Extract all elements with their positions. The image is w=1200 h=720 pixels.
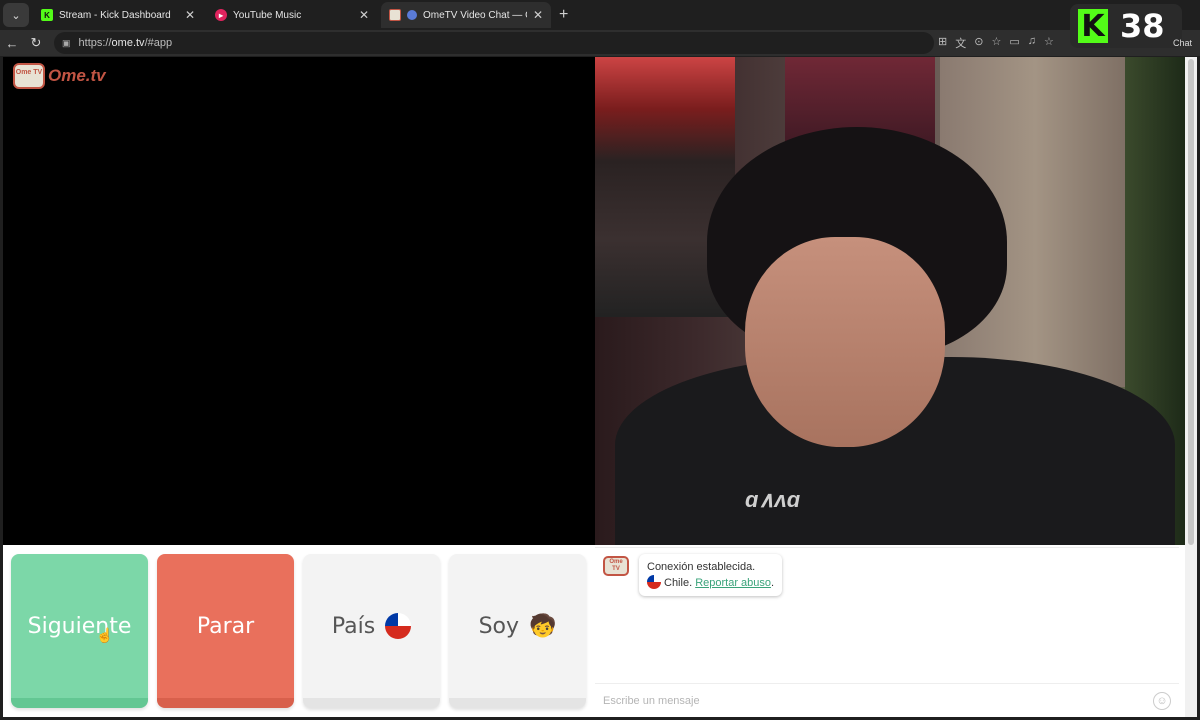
camera-icon[interactable]: ▭: [1009, 35, 1019, 51]
close-icon[interactable]: ✕: [533, 8, 543, 22]
url-host: ome.tv: [111, 37, 145, 49]
reload-icon[interactable]: ↻: [24, 35, 48, 51]
ometv-logo[interactable]: Ome TV Ome.tv: [13, 63, 106, 89]
collections-icon[interactable]: ☆: [1044, 35, 1054, 51]
country-button[interactable]: País: [303, 554, 440, 708]
report-suffix: .: [771, 577, 775, 589]
address-bar: ← ↻ ▣ https://ome.tv/#app ⊞ 文 ⊙ ☆ ▭ ♫ ☆: [0, 30, 1200, 56]
connection-status: Conexión establecida.: [647, 561, 756, 573]
new-tab-icon[interactable]: +: [559, 6, 568, 24]
next-button[interactable]: Siguiente: [11, 554, 148, 708]
ometv-icon: [389, 9, 401, 21]
extensions-icon[interactable]: ♫: [1028, 35, 1036, 51]
tab-title: YouTube Music: [233, 9, 302, 21]
viewer-count: 38: [1120, 7, 1165, 45]
tab-youtube-music[interactable]: ▸ YouTube Music ✕: [207, 2, 377, 28]
stranger-video: Ome TV Ome.tv: [3, 57, 595, 545]
page-scrollbar[interactable]: [1185, 57, 1197, 717]
message-bar: ☺: [595, 683, 1179, 717]
report-abuse-link[interactable]: Reportar abuso: [695, 577, 771, 589]
shirt-logo: ɑ∧ʌɑ: [745, 487, 801, 512]
kick-icon: K: [41, 9, 53, 21]
stop-label: Parar: [196, 613, 255, 639]
favorite-icon[interactable]: ☆: [991, 35, 1001, 51]
ometv-chat-icon: Ome TV: [603, 556, 629, 576]
ometv-app: Ome TV Ome.tv ɑ∧ʌɑ Siguiente Parar País …: [3, 57, 1197, 717]
kick-logo-icon: K: [1078, 9, 1108, 44]
stop-button[interactable]: Parar: [157, 554, 294, 708]
url-path: /#app: [144, 37, 173, 49]
scrollbar-thumb[interactable]: [1188, 59, 1194, 545]
hand-cursor-icon: ☝: [96, 627, 114, 643]
audio-indicator-icon: [407, 10, 417, 20]
chile-flag-icon: [385, 613, 412, 639]
country-line: Chile. Reportar abuso.: [647, 575, 774, 591]
kick-viewer-overlay: K 38: [1070, 4, 1182, 48]
apps-icon[interactable]: ⊞: [938, 35, 947, 51]
emoji-icon[interactable]: ☺: [1153, 691, 1171, 710]
chile-flag-icon: [647, 575, 661, 589]
close-icon[interactable]: ✕: [359, 8, 369, 22]
close-icon[interactable]: ✕: [185, 8, 195, 22]
site-info-icon[interactable]: ▣: [62, 38, 71, 49]
gender-label: Soy: [478, 613, 520, 639]
message-input[interactable]: [603, 694, 1153, 707]
tab-title: OmeTV Video Chat — Omegl: [423, 9, 527, 21]
video-person-face: [745, 237, 945, 447]
chat-panel: Ome TV Conexión establecida. Chile. Repo…: [595, 547, 1179, 717]
tab-kick-dashboard[interactable]: K Stream - Kick Dashboard ✕: [33, 2, 203, 28]
url-field[interactable]: ▣ https://ome.tv/#app: [54, 32, 934, 54]
tab-ometv[interactable]: OmeTV Video Chat — Omegl ✕: [381, 2, 551, 28]
ometv-tv-icon: Ome TV: [13, 63, 45, 89]
back-icon[interactable]: ←: [0, 36, 24, 51]
self-video: ɑ∧ʌɑ: [595, 57, 1185, 545]
country-name: Chile.: [664, 577, 693, 589]
tab-bar: ⌄ K Stream - Kick Dashboard ✕ ▸ YouTube …: [0, 0, 1200, 30]
ometv-wordmark: Ome.tv: [48, 66, 106, 85]
tab-title: Stream - Kick Dashboard: [59, 9, 171, 21]
youtube-music-icon: ▸: [215, 9, 227, 21]
more-icon[interactable]: ⊙: [974, 35, 983, 51]
gender-button[interactable]: Soy 🧒: [449, 554, 586, 708]
chat-label[interactable]: Chat: [1173, 38, 1192, 48]
translate-icon[interactable]: 文: [955, 35, 966, 51]
url-scheme: https://: [78, 37, 112, 49]
next-label: Siguiente: [27, 613, 132, 639]
tab-list-button[interactable]: ⌄: [3, 3, 29, 27]
country-label: País: [331, 613, 376, 639]
system-message: Conexión establecida. Chile. Reportar ab…: [639, 554, 783, 596]
boy-icon: 🧒: [529, 613, 557, 639]
